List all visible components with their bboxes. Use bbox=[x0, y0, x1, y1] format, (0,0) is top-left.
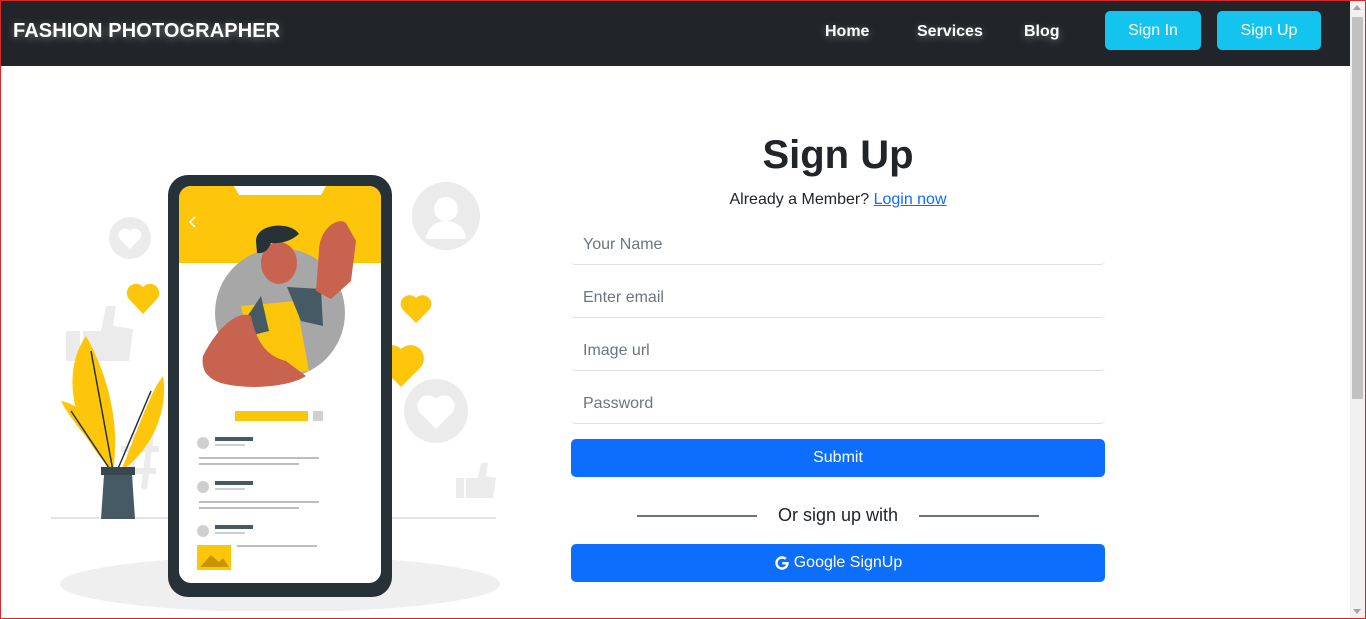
google-signup-button[interactable]: Google SignUp bbox=[571, 544, 1105, 582]
nav-home-link[interactable]: Home bbox=[825, 23, 869, 41]
member-prompt: Already a Member? Login now bbox=[571, 191, 1105, 209]
scroll-down-arrow-icon[interactable] bbox=[1353, 609, 1361, 614]
page-title: Sign Up bbox=[762, 133, 914, 177]
divider-left bbox=[637, 515, 757, 517]
or-sign-up-text: Or sign up with bbox=[777, 505, 899, 525]
thumbs-up-icon bbox=[66, 306, 133, 361]
login-link[interactable]: Login now bbox=[874, 191, 947, 208]
user-icon bbox=[412, 182, 480, 250]
divider-right bbox=[919, 515, 1039, 517]
name-input[interactable] bbox=[571, 225, 1105, 265]
member-text: Already a Member? bbox=[729, 191, 870, 208]
nav-services-link[interactable]: Services bbox=[917, 23, 983, 41]
google-signup-label: Google SignUp bbox=[793, 554, 903, 571]
navbar: FASHION PHOTOGRAPHER Home Services Blog … bbox=[1, 1, 1350, 66]
scroll-thumb[interactable] bbox=[1352, 17, 1363, 399]
submit-button[interactable]: Submit bbox=[571, 439, 1105, 477]
vertical-scrollbar[interactable] bbox=[1350, 1, 1365, 618]
phone-mockup bbox=[168, 175, 392, 597]
image-url-input[interactable] bbox=[571, 331, 1105, 371]
password-input[interactable] bbox=[571, 384, 1105, 424]
thumbs-up-icon bbox=[456, 463, 496, 498]
sign-in-button[interactable]: Sign In bbox=[1105, 11, 1201, 50]
heart-icon bbox=[109, 217, 151, 259]
plant-illustration bbox=[61, 336, 165, 519]
sign-up-button[interactable]: Sign Up bbox=[1217, 11, 1321, 50]
heart-icon bbox=[404, 379, 468, 443]
email-input[interactable] bbox=[571, 278, 1105, 318]
google-icon bbox=[775, 556, 789, 570]
nav-blog-link[interactable]: Blog bbox=[1024, 23, 1060, 41]
scroll-up-arrow-icon[interactable] bbox=[1353, 5, 1361, 10]
brand-logo[interactable]: FASHION PHOTOGRAPHER bbox=[13, 20, 280, 43]
phone-illustration bbox=[51, 175, 500, 611]
